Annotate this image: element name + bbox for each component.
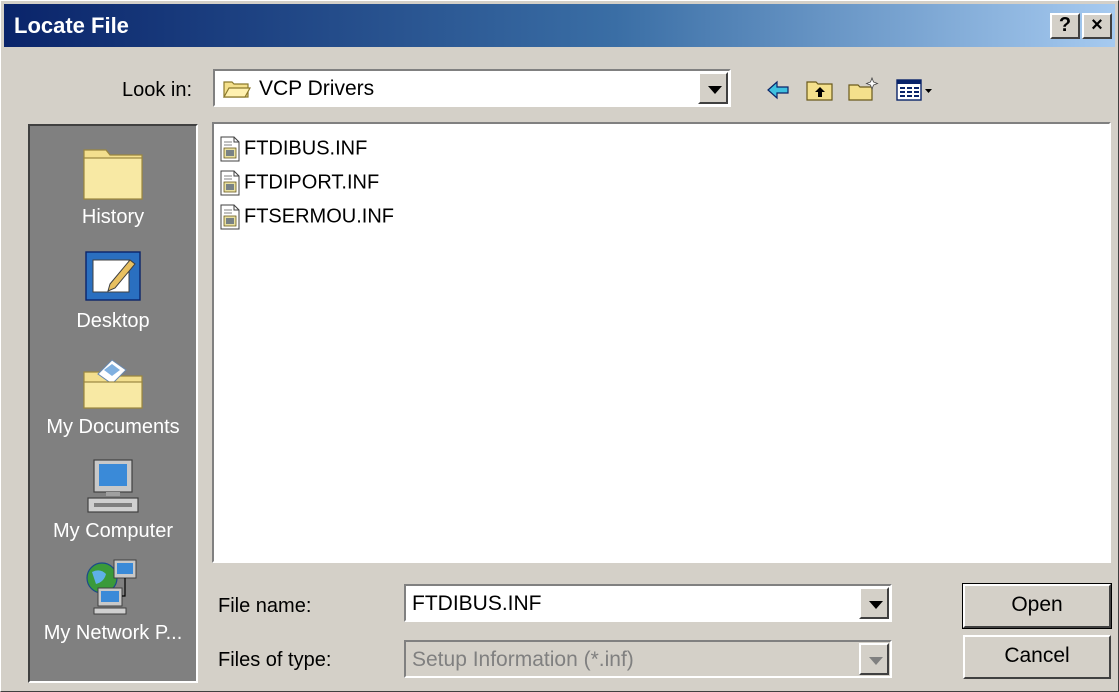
cancel-button[interactable]: Cancel	[963, 635, 1111, 679]
place-my-documents[interactable]: My Documents	[30, 352, 196, 439]
close-button[interactable]: ×	[1082, 13, 1112, 39]
open-folder-icon	[223, 81, 251, 98]
back-arrow-icon[interactable]	[765, 77, 791, 103]
help-button[interactable]: ?	[1050, 13, 1080, 39]
file-name: FTSERMOU.INF	[244, 205, 394, 228]
file-item-ftdiport[interactable]: FTDIPORT.INF	[220, 170, 379, 200]
window-title: Locate File	[14, 13, 129, 38]
place-my-network-places[interactable]: My Network P...	[30, 558, 196, 645]
up-one-level-icon[interactable]	[805, 77, 835, 103]
places-bar: History Desktop My Documents My Computer…	[28, 124, 198, 683]
look-in-value: VCP Drivers	[259, 77, 375, 100]
file-type-combo: Setup Information (*.inf)	[404, 640, 892, 678]
file-name-combo[interactable]: FTDIBUS.INF	[404, 584, 892, 622]
file-item-ftdibus[interactable]: FTDIBUS.INF	[220, 136, 367, 166]
open-button[interactable]: Open	[962, 583, 1112, 629]
inf-file-icon	[220, 170, 240, 196]
file-type-value: Setup Information (*.inf)	[412, 648, 634, 671]
my-documents-icon	[83, 359, 143, 409]
desktop-icon	[85, 251, 141, 301]
new-folder-icon[interactable]	[847, 77, 879, 103]
look-in-label: Look in:	[122, 79, 193, 101]
file-item-ftsermou[interactable]: FTSERMOU.INF	[220, 204, 394, 234]
file-name: FTDIPORT.INF	[244, 171, 380, 194]
place-history[interactable]: History	[30, 142, 196, 229]
my-computer-icon	[87, 459, 139, 513]
look-in-combo[interactable]: VCP Drivers	[213, 69, 731, 107]
my-network-places-icon	[86, 559, 137, 615]
file-name-dropdown-button[interactable]	[859, 587, 889, 619]
place-label: Desktop	[76, 310, 150, 332]
look-in-dropdown-button[interactable]	[698, 72, 728, 104]
view-menu-icon[interactable]	[895, 77, 935, 103]
place-label: History	[81, 206, 145, 228]
inf-file-icon	[220, 204, 240, 230]
inf-file-icon	[220, 136, 240, 162]
file-type-label: Files of type:	[218, 649, 332, 671]
place-label: My Network P...	[43, 622, 183, 644]
file-name: FTDIBUS.INF	[244, 137, 368, 160]
history-icon	[83, 149, 143, 200]
place-my-computer[interactable]: My Computer	[30, 456, 196, 543]
locate-file-dialog: Locate File ? × Look in: VCP Drivers His…	[0, 0, 1119, 692]
file-list[interactable]: FTDIBUS.INF FTDIPORT.INF FTSERMOU.INF	[212, 122, 1111, 563]
file-type-dropdown-button	[859, 643, 889, 675]
file-name-input[interactable]: FTDIBUS.INF	[412, 592, 542, 616]
place-label: My Documents	[46, 416, 180, 438]
place-desktop[interactable]: Desktop	[30, 246, 196, 333]
file-name-label: File name:	[218, 595, 312, 617]
place-label: My Computer	[52, 520, 174, 542]
title-bar[interactable]: Locate File ? ×	[4, 4, 1115, 47]
